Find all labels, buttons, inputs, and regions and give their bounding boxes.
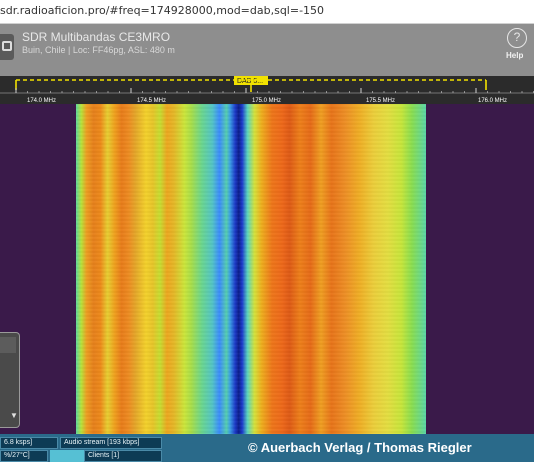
clients-meter bbox=[50, 450, 84, 462]
receiver-header: SDR Multibandas CE3MRO Buin, Chile | Loc… bbox=[0, 24, 534, 76]
help-button[interactable]: ? Help bbox=[503, 28, 533, 62]
audio-stream-status: Audio stream [193 kbps] bbox=[60, 437, 162, 449]
url-text[interactable]: sdr.radioaficion.pro/#freq=174928000,mod… bbox=[0, 4, 324, 17]
panel-toggle-icon[interactable] bbox=[0, 34, 14, 60]
image-credit: © Auerbach Verlag / Thomas Riegler bbox=[248, 440, 472, 455]
clients-status: Clients [1] bbox=[84, 450, 162, 462]
audio-buffer-status: 6.8 ksps] bbox=[0, 437, 58, 449]
browser-address-bar[interactable]: sdr.radioaficion.pro/#freq=174928000,mod… bbox=[0, 0, 534, 24]
header-links bbox=[120, 35, 176, 41]
control-panel-collapsed[interactable]: ▼ bbox=[0, 332, 20, 428]
frequency-scale-svg: DAB 5... 174.0 MHz 174.5 MHz 175.0 MHz 1… bbox=[0, 76, 534, 104]
cpu-status: %/27°C] bbox=[0, 450, 48, 462]
receiver-location: Buin, Chile | Loc: FF46pg, ASL: 480 m bbox=[22, 45, 175, 55]
scale-minor-ticks bbox=[15, 88, 534, 93]
help-icon: ? bbox=[507, 28, 527, 48]
waterfall-display[interactable] bbox=[0, 104, 534, 434]
tuner-label: DAB 5... bbox=[237, 78, 263, 85]
panel-row bbox=[0, 337, 16, 353]
help-label: Help bbox=[506, 51, 524, 60]
frequency-scale[interactable]: DAB 5... 174.0 MHz 174.5 MHz 175.0 MHz 1… bbox=[0, 76, 534, 104]
dab-signal-band bbox=[76, 104, 426, 434]
dropdown-arrow-icon[interactable]: ▼ bbox=[10, 411, 18, 420]
